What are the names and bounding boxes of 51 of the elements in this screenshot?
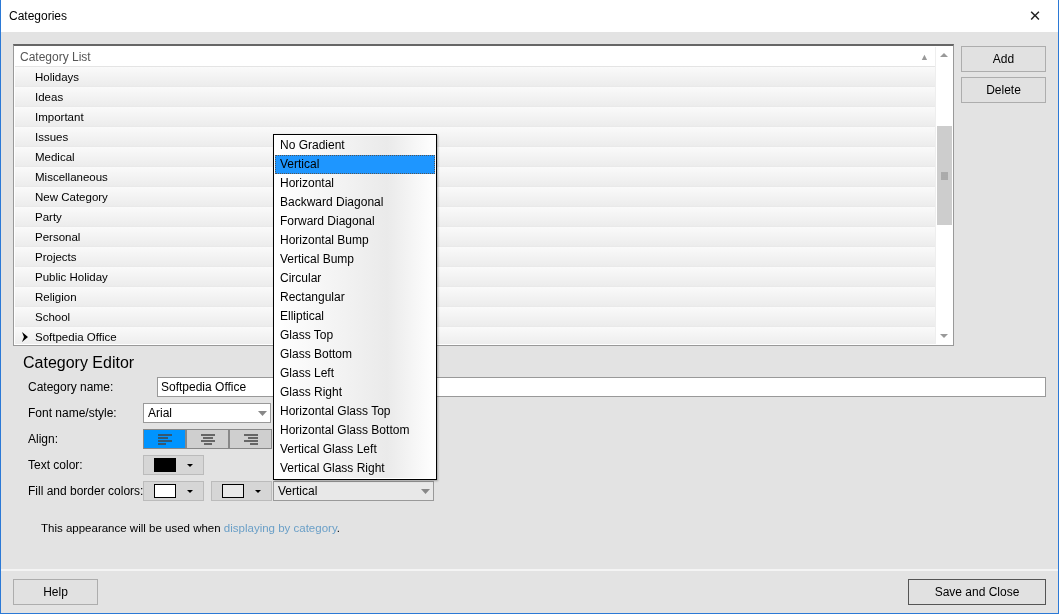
scroll-thumb[interactable] bbox=[936, 126, 952, 225]
list-item[interactable]: School bbox=[35, 310, 71, 323]
align-button[interactable] bbox=[186, 429, 229, 449]
header-label: Category List bbox=[20, 49, 91, 64]
list-item[interactable]: Religion bbox=[35, 290, 77, 303]
list-item[interactable]: Personal bbox=[35, 230, 81, 243]
row-pointer-icon bbox=[21, 330, 29, 343]
list-item[interactable]: Projects bbox=[35, 250, 77, 263]
align-button[interactable] bbox=[143, 429, 186, 449]
grip-icon bbox=[940, 171, 948, 180]
dropdown-arrow-icon bbox=[255, 489, 262, 493]
field-label: Align: bbox=[28, 432, 60, 446]
scroll-up-icon bbox=[939, 51, 949, 59]
side-button[interactable]: Delete bbox=[961, 77, 1046, 103]
list-item[interactable]: Softpedia Office bbox=[35, 330, 117, 343]
scrollbar[interactable] bbox=[935, 47, 952, 344]
list-item[interactable]: Medical bbox=[35, 150, 75, 163]
dropdown-field[interactable]: Arial bbox=[143, 403, 271, 423]
field-label: Text color: bbox=[28, 458, 84, 472]
dropdown-field[interactable]: Vertical bbox=[273, 481, 434, 501]
color-picker[interactable] bbox=[143, 481, 204, 501]
align-right-icon bbox=[243, 433, 258, 445]
close-button[interactable]: ✕ bbox=[1012, 0, 1058, 32]
list-item[interactable]: Ideas bbox=[35, 90, 64, 103]
list-item[interactable]: Holidays bbox=[35, 70, 80, 83]
list-item[interactable]: Party bbox=[35, 210, 62, 223]
align-button[interactable] bbox=[229, 429, 272, 449]
field-label: Category name: bbox=[28, 380, 115, 394]
dropdown-arrow-icon bbox=[187, 463, 194, 467]
list-item[interactable]: Miscellaneous bbox=[35, 170, 108, 183]
list-item[interactable]: Issues bbox=[35, 130, 69, 143]
align-center-icon bbox=[200, 433, 215, 445]
field-label: Fill and border colors: bbox=[28, 484, 145, 498]
save-and-close-button[interactable]: Save and Close bbox=[908, 579, 1046, 605]
align-left-icon bbox=[157, 433, 172, 445]
help-button[interactable]: Help bbox=[13, 579, 98, 605]
color-picker[interactable] bbox=[143, 455, 204, 475]
sort-arrow-icon: ▲ bbox=[920, 51, 929, 62]
window-title: Categories bbox=[9, 9, 68, 23]
dropdown-arrow-icon bbox=[421, 488, 430, 494]
list-item[interactable]: Public Holiday bbox=[35, 270, 108, 283]
scroll-down-icon bbox=[939, 332, 949, 340]
dropdown-arrow-icon bbox=[187, 489, 194, 493]
side-button[interactable]: Add bbox=[961, 46, 1046, 72]
color-picker[interactable] bbox=[211, 481, 272, 501]
note-text: This appearance will be used when displaying by category. bbox=[41, 522, 341, 534]
list-item[interactable]: New Category bbox=[35, 190, 108, 203]
list-item[interactable]: Important bbox=[35, 110, 84, 123]
dropdown-arrow-icon bbox=[258, 410, 267, 416]
dropdown-option[interactable]: Vertical bbox=[275, 155, 435, 174]
section-title: Category Editor bbox=[23, 354, 135, 373]
